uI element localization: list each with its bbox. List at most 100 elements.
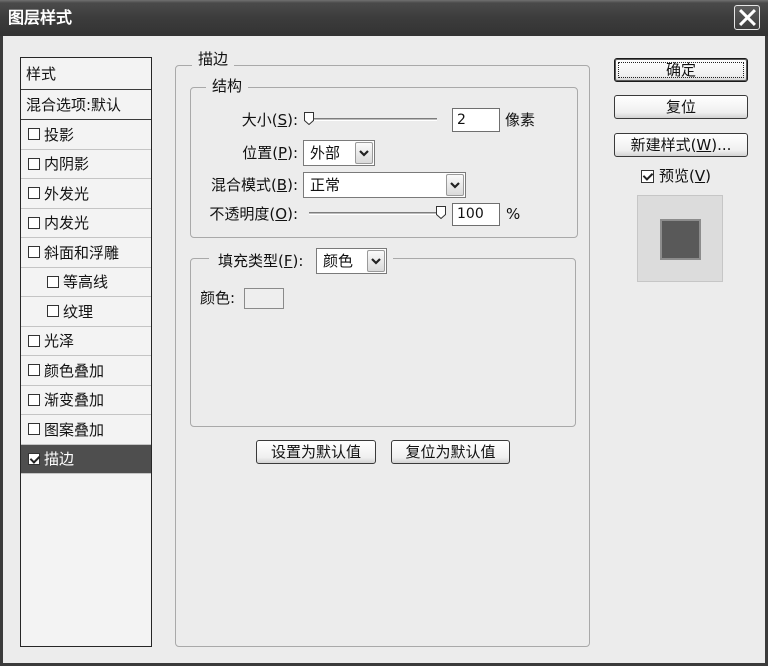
slider-thumb-icon[interactable]	[304, 112, 315, 125]
style-item-pattern-overlay[interactable]: 图案叠加	[21, 415, 151, 445]
new-style-label-suffix: )...	[711, 136, 732, 154]
style-item-inner-shadow[interactable]: 内阴影	[21, 150, 151, 179]
stroke-label: 描边	[44, 450, 75, 469]
opacity-slider-track[interactable]	[309, 212, 442, 215]
style-item-blending-options[interactable]: 混合选项:默认	[21, 90, 151, 120]
size-unit: 像素	[505, 111, 536, 129]
style-item-color-overlay[interactable]: 颜色叠加	[21, 356, 151, 386]
opacity-label-suffix: ):	[287, 205, 298, 223]
outer-glow-checkbox[interactable]	[28, 187, 40, 200]
style-preview-square	[660, 219, 701, 260]
fill-type-label-text: 填充类型(	[218, 252, 284, 270]
make-default-button[interactable]: 设置为默认值	[256, 440, 376, 464]
window-title: 图层样式	[8, 8, 73, 27]
style-item-gradient-overlay[interactable]: 渐变叠加	[21, 386, 151, 415]
style-item-drop-shadow[interactable]: 投影	[21, 120, 151, 150]
size-input[interactable]: 2	[452, 108, 500, 132]
bevel-emboss-checkbox[interactable]	[28, 246, 40, 259]
style-item-contour[interactable]: 等高线	[21, 268, 151, 297]
new-style-button[interactable]: 新建样式(W)...	[614, 133, 748, 157]
fill-color-label: 颜色:	[200, 289, 236, 307]
opacity-slider[interactable]	[305, 205, 446, 221]
opacity-unit: %	[506, 205, 521, 223]
opacity-input[interactable]: 100	[452, 203, 500, 226]
size-slider[interactable]	[303, 111, 441, 127]
preview-label-text: 预览(	[659, 167, 695, 185]
close-button[interactable]	[734, 5, 760, 30]
fill-type-legend: 填充类型(F): 颜色	[209, 248, 393, 274]
style-item-texture[interactable]: 纹理	[21, 297, 151, 327]
size-label-mnemonic: S	[277, 111, 288, 129]
size-label: 大小(S):	[190, 111, 298, 129]
reset-to-default-button[interactable]: 复位为默认值	[391, 440, 510, 464]
chevron-down-icon	[371, 258, 381, 265]
style-item-stroke[interactable]: 描边	[21, 444, 151, 474]
position-select[interactable]: 外部	[303, 140, 375, 166]
blend-mode-label: 混合模式(B):	[190, 176, 298, 194]
gradient-overlay-checkbox[interactable]	[28, 393, 40, 406]
new-style-label-mnemonic: W	[696, 136, 712, 154]
stroke-checkbox[interactable]	[28, 452, 40, 465]
chevron-down-icon	[450, 182, 460, 189]
structure-group-title: 结构	[206, 77, 249, 95]
position-label-suffix: ):	[287, 144, 298, 162]
size-label-suffix: ):	[287, 111, 298, 129]
color-overlay-label: 颜色叠加	[44, 361, 105, 380]
fill-type-select[interactable]: 颜色	[316, 248, 387, 274]
style-item-bevel-emboss[interactable]: 斜面和浮雕	[21, 238, 151, 268]
drop-shadow-label: 投影	[44, 125, 75, 144]
blend-mode-dropdown-button[interactable]	[446, 174, 464, 196]
reset-button[interactable]: 复位	[614, 95, 748, 119]
fill-type-select-value: 颜色	[323, 252, 354, 270]
position-select-value: 外部	[310, 144, 341, 162]
outer-glow-label: 外发光	[44, 184, 90, 203]
fill-type-label: 填充类型(F):	[218, 252, 303, 270]
new-style-label-text: 新建样式(	[630, 136, 697, 154]
blend-mode-label-suffix: ):	[287, 176, 298, 194]
position-label: 位置(P):	[190, 144, 298, 162]
opacity-label: 不透明度(O):	[190, 205, 298, 223]
style-list-header[interactable]: 样式	[21, 58, 151, 90]
fill-color-swatch[interactable]	[244, 288, 284, 309]
style-list-header-label: 样式	[26, 65, 57, 83]
position-label-mnemonic: P	[278, 144, 288, 162]
layer-style-dialog: 图层样式 样式 混合选项:默认 投影 内阴影 外发光 内发光 斜面和浮雕 等高线…	[0, 0, 768, 666]
blending-options-label: 混合选项:默认	[26, 96, 122, 114]
bevel-emboss-label: 斜面和浮雕	[44, 243, 120, 262]
position-label-text: 位置(	[242, 144, 279, 162]
preview-label[interactable]: 预览(V)	[659, 167, 711, 185]
inner-shadow-label: 内阴影	[44, 155, 90, 174]
contour-checkbox[interactable]	[47, 275, 59, 288]
satin-label: 光泽	[44, 332, 75, 351]
inner-glow-label: 内发光	[44, 214, 90, 233]
gradient-overlay-label: 渐变叠加	[44, 391, 105, 410]
position-dropdown-button[interactable]	[355, 142, 373, 164]
size-slider-track[interactable]	[307, 118, 437, 121]
preview-label-mnemonic: V	[694, 167, 706, 185]
opacity-label-text: 不透明度(	[209, 205, 276, 223]
style-item-satin[interactable]: 光泽	[21, 327, 151, 356]
inner-glow-checkbox[interactable]	[28, 216, 40, 229]
pattern-overlay-label: 图案叠加	[44, 420, 105, 439]
color-overlay-checkbox[interactable]	[28, 364, 40, 377]
preview-checkbox[interactable]	[641, 170, 654, 183]
fill-type-group	[190, 258, 576, 427]
inner-shadow-checkbox[interactable]	[28, 157, 40, 170]
fill-type-dropdown-button[interactable]	[367, 250, 385, 272]
stroke-group-title: 描边	[192, 50, 235, 68]
contour-label: 等高线	[63, 273, 109, 292]
satin-checkbox[interactable]	[28, 334, 40, 347]
ok-button[interactable]: 确定	[614, 58, 748, 82]
style-item-outer-glow[interactable]: 外发光	[21, 179, 151, 209]
style-preview-thumbnail	[637, 195, 723, 282]
pattern-overlay-checkbox[interactable]	[28, 423, 40, 436]
texture-label: 纹理	[63, 302, 94, 321]
size-label-text: 大小(	[241, 111, 278, 129]
slider-thumb-icon[interactable]	[436, 206, 446, 219]
drop-shadow-checkbox[interactable]	[28, 128, 40, 141]
blend-mode-select[interactable]: 正常	[303, 172, 466, 198]
style-item-inner-glow[interactable]: 内发光	[21, 209, 151, 238]
texture-checkbox[interactable]	[47, 305, 59, 318]
close-icon	[738, 8, 756, 27]
preview-label-suffix: )	[705, 167, 711, 185]
